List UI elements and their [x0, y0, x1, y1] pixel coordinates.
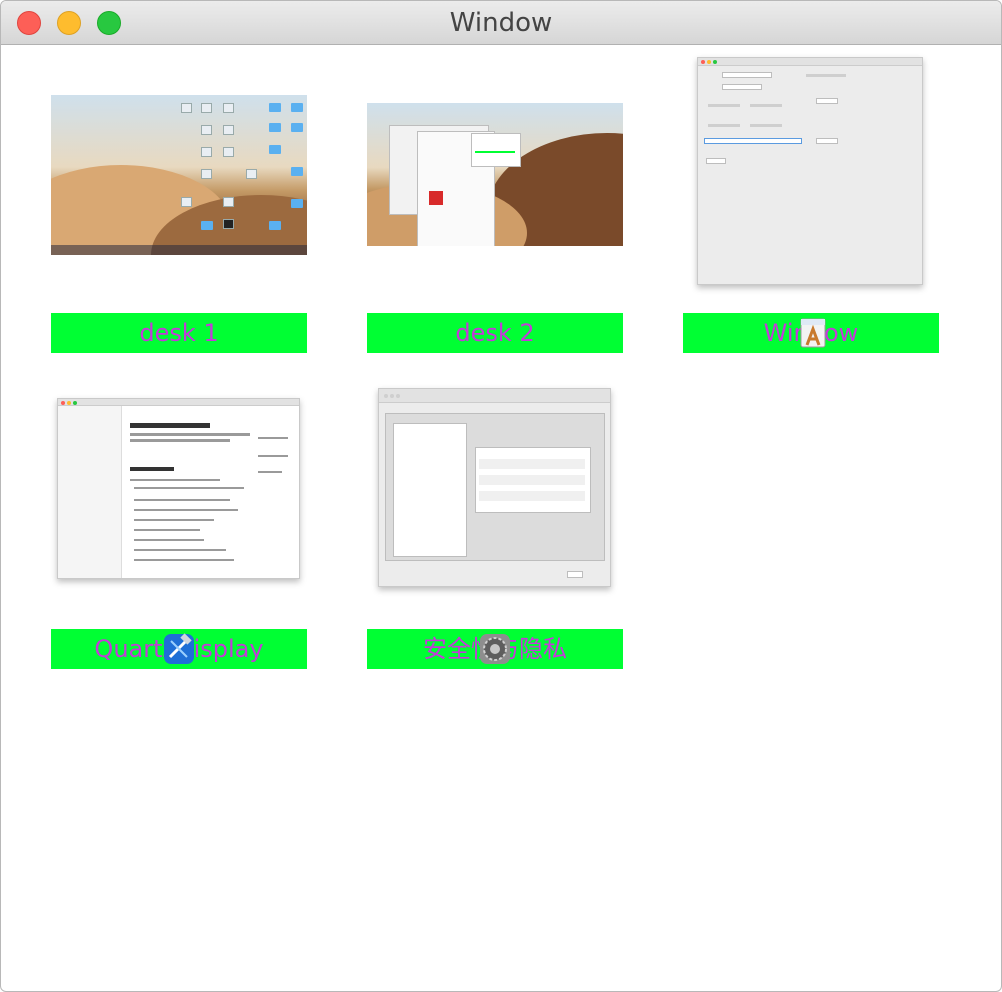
item-label-text: desk 2 [455, 319, 535, 347]
thumbnail-quartz-display[interactable] [57, 398, 300, 579]
item-label-text: desk 1 [139, 319, 219, 347]
item-label[interactable]: 安全性与隐私 [367, 629, 623, 669]
item-label[interactable]: desk 2 [367, 313, 623, 353]
xcode-icon [164, 633, 194, 664]
app-window: Window desk 1 desk 2 [0, 0, 1002, 992]
item-label[interactable]: Window [683, 313, 939, 353]
item-label[interactable]: QuartzDisplay [51, 629, 307, 669]
thumbnail-security-privacy[interactable] [378, 388, 611, 587]
thumbnail-desk-2[interactable] [367, 103, 623, 246]
title-bar[interactable]: Window [1, 1, 1001, 45]
item-label[interactable]: desk 1 [51, 313, 307, 353]
textedit-icon [800, 318, 826, 348]
window-title: Window [449, 8, 553, 38]
system-preferences-icon [480, 634, 510, 664]
thumbnail-desk-1[interactable] [51, 95, 307, 255]
thumbnail-window[interactable] [697, 57, 923, 285]
